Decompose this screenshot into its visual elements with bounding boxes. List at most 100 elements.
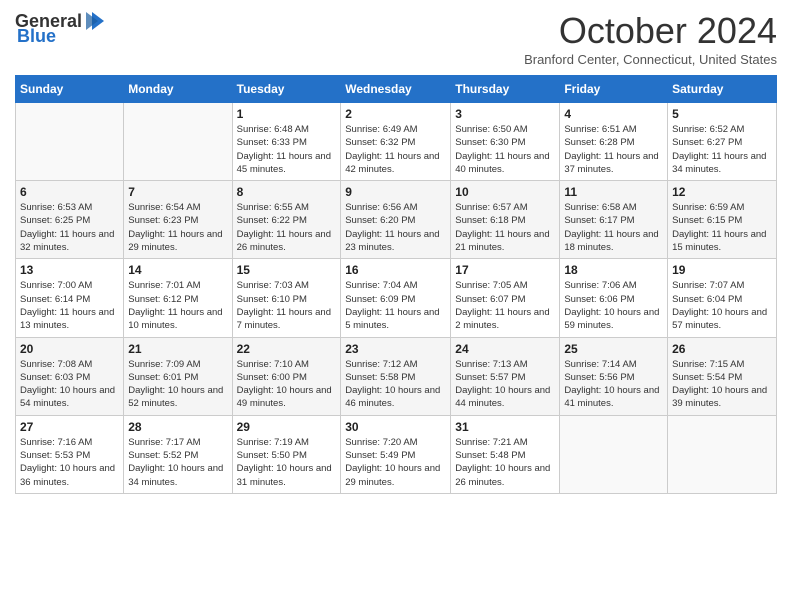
calendar-cell: 21 Sunrise: 7:09 AM Sunset: 6:01 PM Dayli… [124, 337, 232, 415]
calendar-cell: 24 Sunrise: 7:13 AM Sunset: 5:57 PM Dayli… [451, 337, 560, 415]
calendar-cell: 3 Sunrise: 6:50 AM Sunset: 6:30 PM Daylig… [451, 103, 560, 181]
day-info: Sunrise: 6:53 AM Sunset: 6:25 PM Dayligh… [20, 201, 119, 254]
calendar-cell: 12 Sunrise: 6:59 AM Sunset: 6:15 PM Dayli… [668, 181, 777, 259]
day-info: Sunrise: 7:01 AM Sunset: 6:12 PM Dayligh… [128, 279, 227, 332]
day-number: 2 [345, 107, 446, 121]
day-number: 14 [128, 263, 227, 277]
day-number: 26 [672, 342, 772, 356]
calendar-cell: 14 Sunrise: 7:01 AM Sunset: 6:12 PM Dayli… [124, 259, 232, 337]
calendar-cell: 19Sunrise: 7:07 AM Sunset: 6:04 PM Dayli… [668, 259, 777, 337]
day-info: Sunrise: 7:09 AM Sunset: 6:01 PM Dayligh… [128, 358, 227, 411]
day-info: Sunrise: 7:00 AM Sunset: 6:14 PM Dayligh… [20, 279, 119, 332]
day-number: 31 [455, 420, 555, 434]
day-number: 15 [237, 263, 337, 277]
day-info: Sunrise: 6:52 AM Sunset: 6:27 PM Dayligh… [672, 123, 772, 176]
day-info: Sunrise: 7:05 AM Sunset: 6:07 PM Dayligh… [455, 279, 555, 332]
calendar-cell [668, 415, 777, 493]
calendar-table: Sunday Monday Tuesday Wednesday Thursday… [15, 75, 777, 494]
calendar-cell: 7Sunrise: 6:54 AM Sunset: 6:23 PM Daylig… [124, 181, 232, 259]
logo-blue: Blue [17, 26, 56, 47]
calendar-cell: 8 Sunrise: 6:55 AM Sunset: 6:22 PM Daylig… [232, 181, 341, 259]
calendar-cell [124, 103, 232, 181]
day-number: 11 [564, 185, 663, 199]
calendar-cell: 28 Sunrise: 7:17 AM Sunset: 5:52 PM Dayli… [124, 415, 232, 493]
day-info: Sunrise: 7:08 AM Sunset: 6:03 PM Dayligh… [20, 358, 119, 411]
day-info: Sunrise: 7:12 AM Sunset: 5:58 PM Dayligh… [345, 358, 446, 411]
col-wednesday: Wednesday [341, 76, 451, 103]
calendar-cell: 29Sunrise: 7:19 AM Sunset: 5:50 PM Dayli… [232, 415, 341, 493]
day-number: 6 [20, 185, 119, 199]
calendar-cell: 17 Sunrise: 7:05 AM Sunset: 6:07 PM Dayli… [451, 259, 560, 337]
day-info: Sunrise: 7:03 AM Sunset: 6:10 PM Dayligh… [237, 279, 337, 332]
calendar-cell: 30Sunrise: 7:20 AM Sunset: 5:49 PM Dayli… [341, 415, 451, 493]
day-number: 25 [564, 342, 663, 356]
calendar-cell: 2 Sunrise: 6:49 AM Sunset: 6:32 PM Daylig… [341, 103, 451, 181]
location: Branford Center, Connecticut, United Sta… [524, 52, 777, 67]
calendar-cell: 22 Sunrise: 7:10 AM Sunset: 6:00 PM Dayli… [232, 337, 341, 415]
day-number: 9 [345, 185, 446, 199]
col-saturday: Saturday [668, 76, 777, 103]
day-info: Sunrise: 7:17 AM Sunset: 5:52 PM Dayligh… [128, 436, 227, 489]
day-number: 28 [128, 420, 227, 434]
day-info: Sunrise: 6:59 AM Sunset: 6:15 PM Dayligh… [672, 201, 772, 254]
day-info: Sunrise: 7:14 AM Sunset: 5:56 PM Dayligh… [564, 358, 663, 411]
day-number: 27 [20, 420, 119, 434]
day-number: 21 [128, 342, 227, 356]
calendar-cell: 25 Sunrise: 7:14 AM Sunset: 5:56 PM Dayli… [560, 337, 668, 415]
day-info: Sunrise: 7:16 AM Sunset: 5:53 PM Dayligh… [20, 436, 119, 489]
calendar-cell: 26Sunrise: 7:15 AM Sunset: 5:54 PM Dayli… [668, 337, 777, 415]
day-info: Sunrise: 6:50 AM Sunset: 6:30 PM Dayligh… [455, 123, 555, 176]
day-number: 19 [672, 263, 772, 277]
day-number: 23 [345, 342, 446, 356]
day-number: 13 [20, 263, 119, 277]
header: General Blue October 2024 Branford Cente… [15, 10, 777, 67]
calendar-cell: 23 Sunrise: 7:12 AM Sunset: 5:58 PM Dayli… [341, 337, 451, 415]
col-thursday: Thursday [451, 76, 560, 103]
day-info: Sunrise: 7:19 AM Sunset: 5:50 PM Dayligh… [237, 436, 337, 489]
calendar-header-row: Sunday Monday Tuesday Wednesday Thursday… [16, 76, 777, 103]
title-section: October 2024 Branford Center, Connecticu… [524, 10, 777, 67]
day-info: Sunrise: 6:49 AM Sunset: 6:32 PM Dayligh… [345, 123, 446, 176]
calendar-cell: 11Sunrise: 6:58 AM Sunset: 6:17 PM Dayli… [560, 181, 668, 259]
calendar-cell: 31Sunrise: 7:21 AM Sunset: 5:48 PM Dayli… [451, 415, 560, 493]
calendar-cell: 5Sunrise: 6:52 AM Sunset: 6:27 PM Daylig… [668, 103, 777, 181]
calendar-cell [560, 415, 668, 493]
day-info: Sunrise: 7:20 AM Sunset: 5:49 PM Dayligh… [345, 436, 446, 489]
calendar-cell: 16Sunrise: 7:04 AM Sunset: 6:09 PM Dayli… [341, 259, 451, 337]
calendar-cell: 20 Sunrise: 7:08 AM Sunset: 6:03 PM Dayli… [16, 337, 124, 415]
day-info: Sunrise: 7:10 AM Sunset: 6:00 PM Dayligh… [237, 358, 337, 411]
day-info: Sunrise: 7:04 AM Sunset: 6:09 PM Dayligh… [345, 279, 446, 332]
calendar-cell: 27 Sunrise: 7:16 AM Sunset: 5:53 PM Dayli… [16, 415, 124, 493]
day-number: 20 [20, 342, 119, 356]
col-monday: Monday [124, 76, 232, 103]
day-number: 3 [455, 107, 555, 121]
day-number: 7 [128, 185, 227, 199]
logo-icon [84, 10, 106, 32]
day-number: 24 [455, 342, 555, 356]
day-number: 22 [237, 342, 337, 356]
calendar-cell: 18Sunrise: 7:06 AM Sunset: 6:06 PM Dayli… [560, 259, 668, 337]
logo: General Blue [15, 10, 108, 47]
day-number: 4 [564, 107, 663, 121]
month-title: October 2024 [524, 10, 777, 52]
page: General Blue October 2024 Branford Cente… [0, 0, 792, 504]
col-sunday: Sunday [16, 76, 124, 103]
day-number: 12 [672, 185, 772, 199]
col-tuesday: Tuesday [232, 76, 341, 103]
calendar-week-row: 27 Sunrise: 7:16 AM Sunset: 5:53 PM Dayli… [16, 415, 777, 493]
calendar-cell: 1 Sunrise: 6:48 AM Sunset: 6:33 PM Daylig… [232, 103, 341, 181]
day-number: 8 [237, 185, 337, 199]
calendar-week-row: 1 Sunrise: 6:48 AM Sunset: 6:33 PM Daylig… [16, 103, 777, 181]
calendar-week-row: 13 Sunrise: 7:00 AM Sunset: 6:14 PM Dayli… [16, 259, 777, 337]
calendar-week-row: 20 Sunrise: 7:08 AM Sunset: 6:03 PM Dayli… [16, 337, 777, 415]
day-info: Sunrise: 7:06 AM Sunset: 6:06 PM Dayligh… [564, 279, 663, 332]
day-info: Sunrise: 6:48 AM Sunset: 6:33 PM Dayligh… [237, 123, 337, 176]
calendar-week-row: 6 Sunrise: 6:53 AM Sunset: 6:25 PM Daylig… [16, 181, 777, 259]
day-number: 17 [455, 263, 555, 277]
day-number: 10 [455, 185, 555, 199]
day-info: Sunrise: 6:55 AM Sunset: 6:22 PM Dayligh… [237, 201, 337, 254]
day-info: Sunrise: 7:13 AM Sunset: 5:57 PM Dayligh… [455, 358, 555, 411]
day-info: Sunrise: 6:57 AM Sunset: 6:18 PM Dayligh… [455, 201, 555, 254]
day-number: 1 [237, 107, 337, 121]
calendar-cell: 15 Sunrise: 7:03 AM Sunset: 6:10 PM Dayli… [232, 259, 341, 337]
